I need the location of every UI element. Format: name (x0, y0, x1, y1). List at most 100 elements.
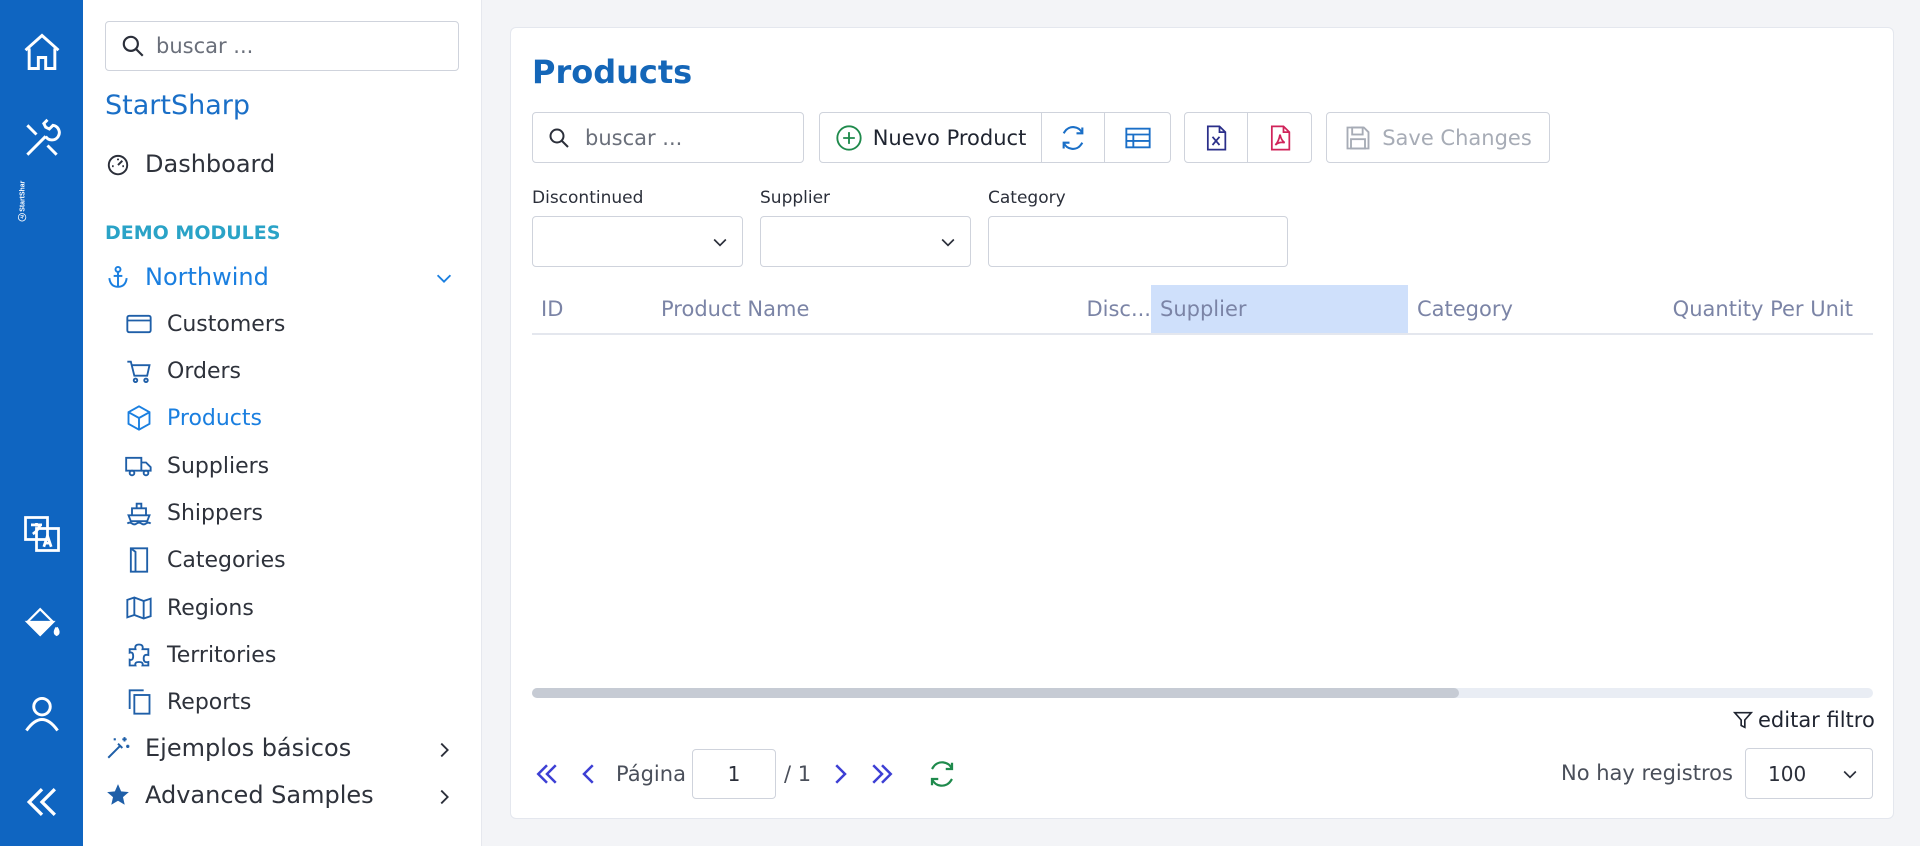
sidebar-item-orders[interactable]: Orders (125, 357, 241, 385)
sidebar-item-label: Products (167, 405, 262, 431)
search-icon (549, 128, 569, 148)
category-icon (129, 547, 149, 573)
sidebar-item-reports[interactable]: Reports (125, 688, 251, 716)
supplier-select[interactable] (760, 216, 971, 267)
sidebar-item-label: Shippers (167, 500, 263, 526)
horizontal-scrollbar[interactable] (532, 688, 1873, 698)
pdf-export-button[interactable] (1248, 113, 1311, 162)
grid-header: ID Product Name Disc... Supplier Categor… (532, 285, 1873, 335)
sidebar-item-basic-samples[interactable]: Ejemplos básicos (105, 734, 351, 762)
new-product-button[interactable]: Nuevo Product (820, 113, 1042, 162)
discontinued-select[interactable] (532, 216, 743, 267)
column-picker-button[interactable] (1105, 113, 1170, 162)
refresh-button[interactable] (1042, 113, 1105, 162)
toolbar-group-save: Save Changes (1326, 112, 1550, 163)
sidebar-search-placeholder: buscar ... (156, 34, 254, 58)
chevron-down-icon[interactable] (433, 267, 455, 289)
sidebar-item-label: Reports (167, 689, 252, 715)
sidebar-item-northwind[interactable]: Northwind (105, 263, 269, 291)
truck-icon (125, 456, 152, 477)
sidebar: buscar ... StartSharp Dashboard DEMO MOD… (83, 0, 482, 846)
gauge-icon (107, 154, 129, 176)
save-changes-button[interactable]: Save Changes (1327, 113, 1549, 162)
section-title: DEMO MODULES (105, 222, 281, 244)
box-icon (127, 405, 151, 431)
scrollbar-thumb[interactable] (532, 688, 1459, 698)
home-icon[interactable] (0, 30, 83, 74)
new-product-label: Nuevo Product (872, 125, 1027, 150)
last-page-icon[interactable] (867, 759, 897, 789)
sidebar-item-dashboard[interactable]: Dashboard (105, 150, 275, 178)
chevron-down-icon (941, 238, 955, 247)
sidebar-item-label: Northwind (145, 263, 269, 291)
ship-icon (126, 502, 152, 526)
anchor-icon (108, 265, 128, 288)
tools-icon[interactable] (0, 118, 83, 162)
sidebar-item-products[interactable]: Products (125, 404, 262, 432)
sidebar-item-territories[interactable]: Territories (125, 641, 276, 669)
collapse-icon[interactable] (0, 780, 83, 824)
sidebar-item-suppliers[interactable]: Suppliers (125, 452, 269, 480)
grid-search-placeholder: buscar ... (585, 125, 683, 150)
first-page-icon[interactable] (532, 759, 562, 789)
search-icon (122, 35, 144, 57)
sidebar-item-label: Categories (167, 547, 286, 573)
reload-icon[interactable] (927, 759, 957, 789)
sidebar-item-label: Customers (167, 311, 286, 337)
page-size-select[interactable]: 100 (1745, 748, 1873, 799)
copy-icon (128, 689, 151, 715)
column-header-product-name[interactable]: Product Name (661, 285, 1061, 333)
category-label: Category (988, 188, 1066, 208)
sidebar-search-input[interactable]: buscar ... (105, 21, 459, 71)
column-header-category[interactable]: Category (1408, 285, 1638, 333)
sidebar-item-label: Ejemplos básicos (145, 734, 352, 762)
sidebar-item-label: Advanced Samples (145, 781, 374, 809)
column-header-discontinued[interactable]: Disc... (1061, 285, 1151, 333)
logo-icon (17, 213, 27, 222)
cart-icon (127, 360, 151, 384)
table-icon (1124, 127, 1151, 148)
chevron-down-icon (713, 238, 727, 247)
page-number-input[interactable]: 1 (691, 749, 776, 799)
sidebar-item-categories[interactable]: Categories (125, 546, 286, 574)
plus-circle-icon (836, 124, 862, 151)
chevron-right-icon[interactable] (433, 786, 455, 808)
filter-icon (1732, 711, 1754, 729)
edit-filter-link[interactable]: editar filtro (1732, 708, 1875, 732)
magic-wand-icon (107, 737, 130, 759)
refresh-icon (1062, 125, 1084, 150)
previous-page-icon[interactable] (574, 759, 604, 789)
column-header-quantity-per-unit[interactable]: Quantity Per Unit (1638, 285, 1873, 333)
save-changes-label: Save Changes (1382, 125, 1532, 150)
category-input[interactable] (988, 216, 1288, 267)
discontinued-label: Discontinued (532, 188, 644, 208)
sidebar-item-label: Orders (167, 358, 241, 384)
sidebar-item-label: Dashboard (145, 150, 276, 178)
sidebar-item-shippers[interactable]: Shippers (125, 499, 263, 527)
chevron-down-icon (1843, 770, 1857, 779)
chevron-right-icon[interactable] (433, 739, 455, 761)
brand-text: StartShar (19, 180, 26, 211)
next-page-icon[interactable] (825, 759, 855, 789)
sidebar-item-customers[interactable]: Customers (125, 310, 285, 338)
grid-search-input[interactable]: buscar ... (532, 112, 804, 163)
sidebar-item-advanced-samples[interactable]: Advanced Samples (105, 781, 374, 809)
paint-bucket-icon[interactable] (0, 600, 83, 644)
excel-file-icon (1206, 124, 1227, 151)
column-header-id[interactable]: ID (532, 285, 652, 333)
app-name[interactable]: StartSharp (105, 90, 250, 121)
products-panel: Products buscar ... Nuevo Product Save C… (510, 27, 1894, 819)
excel-export-button[interactable] (1185, 113, 1248, 162)
column-header-supplier[interactable]: Supplier (1151, 285, 1408, 333)
user-icon[interactable] (0, 692, 83, 736)
puzzle-icon (128, 643, 150, 667)
sidebar-item-regions[interactable]: Regions (125, 594, 254, 622)
edit-filter-label: editar filtro (1758, 708, 1875, 732)
translate-icon[interactable] (0, 512, 83, 556)
pager: Página 1 / 1 (532, 748, 957, 800)
page-count-label: / 1 (783, 762, 812, 786)
page-size-value: 100 (1768, 761, 1807, 786)
record-count-label: No hay registros (1561, 761, 1733, 785)
pdf-file-icon (1270, 124, 1290, 151)
card-icon (126, 314, 152, 334)
